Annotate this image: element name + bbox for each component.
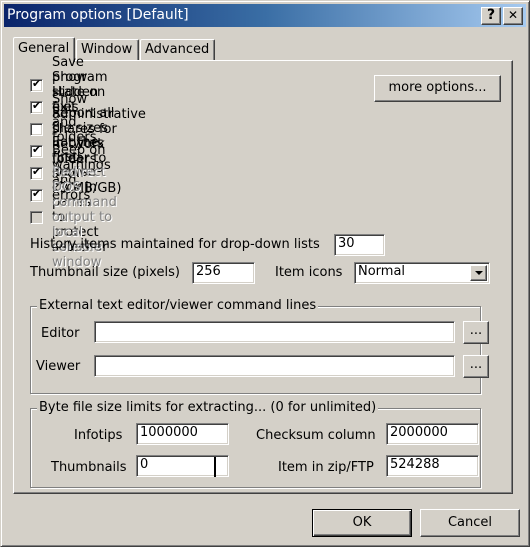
checksum-input[interactable]: 2000000 [386, 423, 479, 445]
external-editor-group: External text editor/viewer command line… [30, 298, 481, 394]
group-title: Byte file size limits for extracting... … [37, 400, 379, 416]
close-button[interactable]: ✕ [503, 7, 523, 25]
check-icon: ✔ [32, 76, 42, 90]
viewer-label: Viewer [36, 359, 81, 374]
item-icons-select[interactable]: Normal [354, 262, 490, 284]
thumbnail-size-input[interactable]: 256 [192, 262, 255, 284]
zip-ftp-input[interactable]: 524288 [386, 455, 479, 477]
text-cursor-icon [214, 457, 216, 477]
infotips-label: Infotips [74, 428, 123, 443]
checkbox[interactable]: ✔ [30, 142, 43, 158]
close-icon: ✕ [507, 8, 519, 22]
checkbox[interactable] [30, 122, 43, 136]
check-icon: ✔ [32, 142, 42, 156]
thumbnails-label: Thumbnails [51, 460, 127, 475]
tab-advanced[interactable]: Advanced [140, 39, 215, 60]
history-input[interactable]: 30 [334, 234, 385, 256]
window-title: Program options [Default] [7, 7, 189, 23]
item-icons-value: Normal [358, 264, 406, 279]
help-button[interactable]: ? [481, 7, 501, 25]
editor-browse-button[interactable]: ... [463, 321, 489, 344]
checksum-label: Checksum column [256, 428, 376, 443]
check-icon: ✔ [32, 186, 42, 200]
history-label: History items maintained for drop-down l… [30, 237, 320, 252]
checkbox[interactable]: ✔ [30, 98, 43, 114]
cancel-button[interactable]: Cancel [420, 509, 520, 537]
title-bar[interactable]: Program options [Default] ? ✕ [4, 4, 526, 27]
ok-button[interactable]: OK [312, 509, 412, 537]
viewer-input[interactable] [94, 355, 455, 377]
checkbox[interactable]: ✔ [30, 186, 43, 202]
program-options-dialog: Program options [Default] ? ✕ General Wi… [0, 0, 530, 547]
checkbox[interactable]: ✔ [30, 164, 43, 180]
item-icons-label: Item icons [275, 265, 343, 280]
checkbox [30, 210, 43, 224]
chevron-down-icon[interactable] [470, 265, 487, 281]
viewer-browse-button[interactable]: ... [463, 355, 489, 378]
infotips-input[interactable]: 1000000 [136, 423, 229, 445]
check-icon: ✔ [32, 164, 42, 178]
more-options-button[interactable]: more options... [374, 75, 501, 102]
option-redirect-dos: Redirect DOS command output to local con… [30, 165, 117, 270]
editor-input[interactable] [94, 321, 455, 343]
option-label: Redirect DOS command output to local con… [52, 164, 117, 270]
zip-ftp-label: Item in zip/FTP [278, 460, 374, 475]
thumbnail-size-label: Thumbnail size (pixels) [30, 265, 180, 280]
check-icon: ✔ [32, 98, 42, 112]
editor-label: Editor [41, 326, 80, 341]
checkbox[interactable]: ✔ [30, 76, 43, 92]
group-title: External text editor/viewer command line… [37, 298, 319, 314]
